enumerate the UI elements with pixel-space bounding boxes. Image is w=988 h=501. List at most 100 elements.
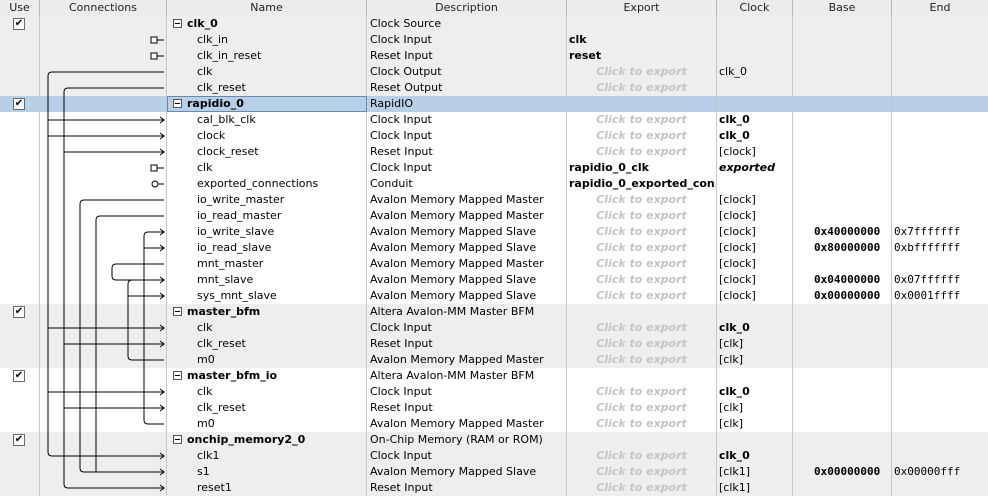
base-address-cell[interactable] <box>793 64 892 80</box>
interface-row[interactable]: mnt_master Avalon Memory Mapped Master Cli… <box>0 256 988 272</box>
use-checkbox[interactable]: ✔ <box>13 18 25 30</box>
export-cell[interactable]: Click to export <box>567 464 717 480</box>
interface-row[interactable]: sys_mnt_slave Avalon Memory Mapped Slave C… <box>0 288 988 304</box>
export-cell[interactable]: rapidio_0_clk <box>567 160 717 176</box>
interface-name[interactable]: mnt_master <box>167 256 367 272</box>
component-row[interactable]: ✔ rapidio_0 RapidIO <box>0 96 988 112</box>
base-address-cell[interactable] <box>793 192 892 208</box>
component-row[interactable]: ✔ master_bfm Altera Avalon-MM Master BFM <box>0 304 988 320</box>
interface-name[interactable]: clk_reset <box>167 80 367 96</box>
component-name[interactable]: onchip_memory2_0 <box>167 432 367 448</box>
export-cell[interactable] <box>567 16 717 32</box>
clock-cell[interactable] <box>717 80 793 96</box>
export-cell[interactable]: Click to export <box>567 416 717 432</box>
base-column-header[interactable]: Base <box>793 0 892 16</box>
interface-name[interactable]: clk1 <box>167 448 367 464</box>
clock-cell[interactable] <box>717 432 793 448</box>
clock-cell[interactable]: [clock] <box>717 272 793 288</box>
clock-cell[interactable] <box>717 96 793 112</box>
interface-name[interactable]: s1 <box>167 464 367 480</box>
clock-cell[interactable]: [clock] <box>717 256 793 272</box>
interface-row[interactable]: clk_reset Reset Input Click to export [clk] <box>0 336 988 352</box>
use-checkbox[interactable]: ✔ <box>13 98 25 110</box>
base-address-cell[interactable] <box>793 448 892 464</box>
interface-row[interactable]: exported_connections Conduit rapidio_0_exp… <box>0 176 988 192</box>
interface-row[interactable]: clk Clock Input Click to export clk_0 <box>0 320 988 336</box>
base-address-cell[interactable] <box>793 96 892 112</box>
interface-name[interactable]: mnt_slave <box>167 272 367 288</box>
base-address-cell[interactable]: 0x80000000 <box>793 240 892 256</box>
base-address-cell[interactable] <box>793 144 892 160</box>
interface-name[interactable]: sys_mnt_slave <box>167 288 367 304</box>
clock-column-header[interactable]: Clock <box>717 0 793 16</box>
export-cell[interactable] <box>567 304 717 320</box>
export-cell[interactable]: Click to export <box>567 288 717 304</box>
interface-name[interactable]: clk_reset <box>167 400 367 416</box>
base-address-cell[interactable] <box>793 160 892 176</box>
use-checkbox[interactable]: ✔ <box>13 434 25 446</box>
interface-row[interactable]: io_write_slave Avalon Memory Mapped Slave… <box>0 224 988 240</box>
interface-row[interactable]: io_read_slave Avalon Memory Mapped Slave C… <box>0 240 988 256</box>
base-address-cell[interactable] <box>793 400 892 416</box>
clock-cell[interactable]: [clock] <box>717 144 793 160</box>
collapse-icon[interactable] <box>173 371 182 380</box>
use-column-header[interactable]: Use <box>0 0 40 16</box>
clock-cell[interactable] <box>717 48 793 64</box>
base-address-cell[interactable] <box>793 112 892 128</box>
export-cell[interactable]: Click to export <box>567 352 717 368</box>
description-column-header[interactable]: Description <box>367 0 567 16</box>
clock-cell[interactable]: [clk] <box>717 400 793 416</box>
export-cell[interactable] <box>567 368 717 384</box>
base-address-cell[interactable] <box>793 368 892 384</box>
clock-cell[interactable]: clk_0 <box>717 112 793 128</box>
interface-name[interactable]: io_write_master <box>167 192 367 208</box>
clock-cell[interactable]: clk_0 <box>717 384 793 400</box>
interface-row[interactable]: io_write_master Avalon Memory Mapped Mast… <box>0 192 988 208</box>
interface-row[interactable]: clock_reset Reset Input Click to export [cl… <box>0 144 988 160</box>
clock-cell[interactable]: [clk1] <box>717 464 793 480</box>
export-cell[interactable]: Click to export <box>567 400 717 416</box>
export-cell[interactable] <box>567 96 717 112</box>
component-row[interactable]: ✔ clk_0 Clock Source <box>0 16 988 32</box>
interface-row[interactable]: clk Clock Input rapidio_0_clk exported <box>0 160 988 176</box>
interface-row[interactable]: clk_reset Reset Output Click to export <box>0 80 988 96</box>
interface-row[interactable]: clk_reset Reset Input Click to export [clk] <box>0 400 988 416</box>
interface-row[interactable]: reset1 Reset Input Click to export [clk1] <box>0 480 988 496</box>
interface-name[interactable]: m0 <box>167 416 367 432</box>
end-column-header[interactable]: End <box>892 0 988 16</box>
clock-cell[interactable]: [clk] <box>717 336 793 352</box>
interface-row[interactable]: clk1 Clock Input Click to export clk_0 <box>0 448 988 464</box>
interface-name[interactable]: clk_in <box>167 32 367 48</box>
export-cell[interactable]: Click to export <box>567 80 717 96</box>
base-address-cell[interactable] <box>793 208 892 224</box>
export-cell[interactable]: Click to export <box>567 448 717 464</box>
base-address-cell[interactable] <box>793 304 892 320</box>
interface-row[interactable]: mnt_slave Avalon Memory Mapped Slave Click… <box>0 272 988 288</box>
base-address-cell[interactable] <box>793 336 892 352</box>
use-checkbox[interactable]: ✔ <box>13 306 25 318</box>
clock-cell[interactable]: [clk] <box>717 416 793 432</box>
interface-row[interactable]: clk_in_reset Reset Input reset <box>0 48 988 64</box>
clock-cell[interactable]: exported <box>717 160 793 176</box>
clock-cell[interactable] <box>717 176 793 192</box>
interface-name[interactable]: io_read_slave <box>167 240 367 256</box>
clock-cell[interactable]: clk_0 <box>717 320 793 336</box>
export-cell[interactable]: Click to export <box>567 240 717 256</box>
interface-name[interactable]: clk_in_reset <box>167 48 367 64</box>
clock-cell[interactable]: [clock] <box>717 288 793 304</box>
base-address-cell[interactable] <box>793 384 892 400</box>
export-cell[interactable]: Click to export <box>567 320 717 336</box>
export-cell[interactable]: Click to export <box>567 224 717 240</box>
interface-name[interactable]: clock_reset <box>167 144 367 160</box>
component-row[interactable]: ✔ onchip_memory2_0 On-Chip Memory (RAM or … <box>0 432 988 448</box>
interface-row[interactable]: m0 Avalon Memory Mapped Master Click to ex… <box>0 352 988 368</box>
use-checkbox[interactable]: ✔ <box>13 370 25 382</box>
base-address-cell[interactable] <box>793 128 892 144</box>
component-row[interactable]: ✔ master_bfm_io Altera Avalon-MM Master BF… <box>0 368 988 384</box>
export-cell[interactable]: Click to export <box>567 192 717 208</box>
clock-cell[interactable]: [clock] <box>717 192 793 208</box>
export-cell[interactable]: Click to export <box>567 112 717 128</box>
component-name[interactable]: master_bfm <box>167 304 367 320</box>
base-address-cell[interactable]: 0x04000000 <box>793 272 892 288</box>
export-cell[interactable]: Click to export <box>567 128 717 144</box>
